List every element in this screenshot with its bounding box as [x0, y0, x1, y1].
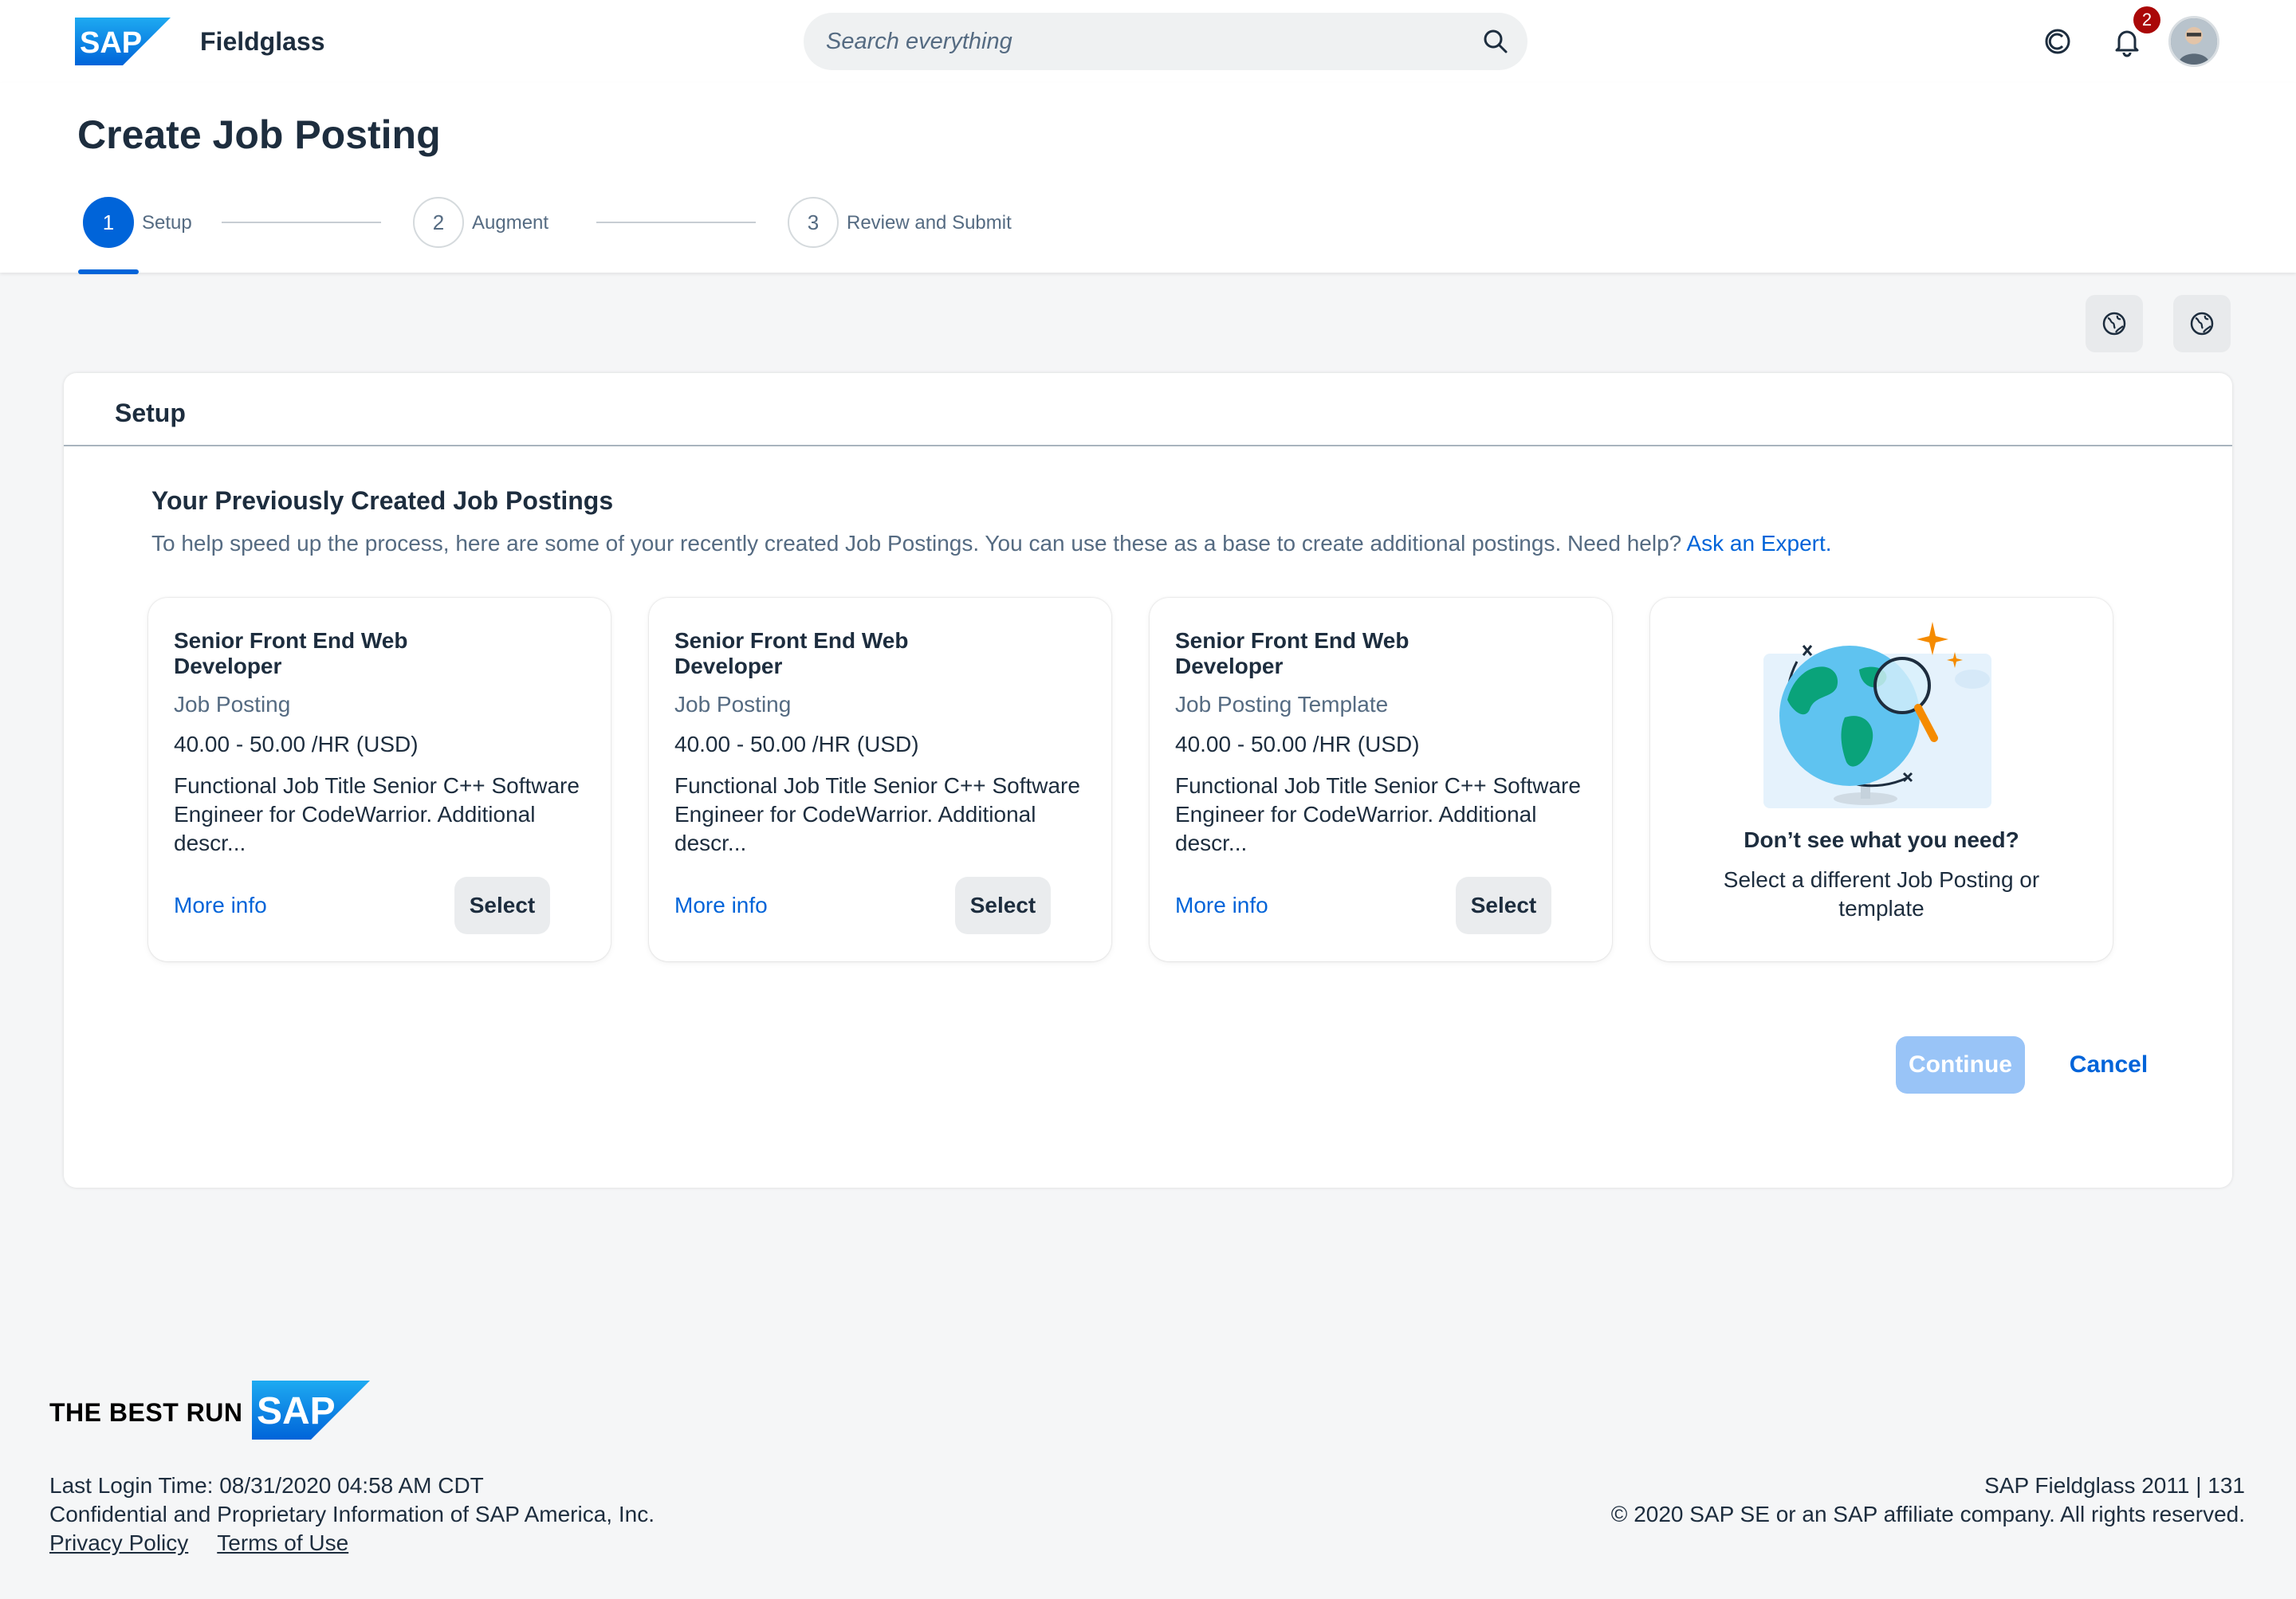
card-description: Functional Job Title Senior C++ Software…	[674, 773, 1080, 855]
globe-button-1[interactable]	[2086, 295, 2143, 352]
illustration-description: Select a different Job Posting or templa…	[1723, 867, 2040, 921]
shell-bar: SAP Fieldglass 2	[0, 0, 2296, 83]
ask-expert-link[interactable]: Ask an Expert.	[1686, 531, 1831, 556]
step-3-indicator[interactable]: 3	[788, 197, 839, 248]
card-title: Senior Front End Web Developer	[1175, 628, 1409, 678]
select-button[interactable]: Select	[955, 877, 1051, 934]
copilot-icon[interactable]	[2040, 24, 2075, 59]
step-connector	[596, 222, 756, 223]
footer-tagline: THE BEST RUN	[49, 1398, 243, 1427]
select-button[interactable]: Select	[454, 877, 550, 934]
footer-sap-logo: SAP	[252, 1381, 370, 1440]
step-1-label[interactable]: Setup	[142, 210, 192, 236]
svg-text:SAP: SAP	[257, 1390, 336, 1432]
footer-right: SAP Fieldglass 2011 | 131 © 2020 SAP SE …	[1611, 1471, 2245, 1529]
step-2-label[interactable]: Augment	[472, 210, 548, 236]
user-icon	[2171, 18, 2217, 65]
confidential-notice: Confidential and Proprietary Information…	[49, 1502, 655, 1526]
step-2-indicator[interactable]: 2	[413, 197, 464, 248]
active-step-underline	[78, 269, 139, 274]
globe-icon	[2190, 312, 2214, 336]
section-description-text: To help speed up the process, here are s…	[151, 531, 1682, 556]
job-posting-card: Senior Front End Web Developer Job Posti…	[649, 598, 1111, 961]
more-info-link[interactable]: More info	[1175, 891, 1268, 920]
last-login-time: Last Login Time: 08/31/2020 04:58 AM CDT	[49, 1473, 484, 1498]
section-description: To help speed up the process, here are s…	[151, 529, 1832, 558]
card-rate: 40.00 - 50.00 /HR (USD)	[174, 732, 419, 756]
search-bar	[804, 13, 1527, 70]
app-name: Fieldglass	[200, 27, 325, 56]
sap-logo[interactable]: SAP	[75, 18, 171, 65]
job-posting-card: Senior Front End Web Developer Job Posti…	[1150, 598, 1612, 961]
privacy-policy-link[interactable]: Privacy Policy	[49, 1529, 188, 1558]
step-connector	[222, 222, 381, 223]
more-info-link[interactable]: More info	[174, 891, 267, 920]
setup-panel: Setup Your Previously Created Job Postin…	[64, 373, 2232, 1188]
cancel-button[interactable]: Cancel	[2057, 1036, 2160, 1094]
terms-of-use-link[interactable]: Terms of Use	[217, 1529, 348, 1558]
select-different-card[interactable]: Don’t see what you need? Select a differ…	[1650, 598, 2113, 961]
card-description: Functional Job Title Senior C++ Software…	[1175, 773, 1581, 855]
search-icon[interactable]	[1481, 27, 1510, 56]
more-info-link[interactable]: More info	[674, 891, 768, 920]
continue-button[interactable]: Continue	[1896, 1036, 2025, 1094]
footer-links: Privacy Policy Terms of Use	[49, 1529, 655, 1558]
globe-button-2[interactable]	[2173, 295, 2231, 352]
card-type: Job Posting Template	[1175, 692, 1389, 717]
step-3-label[interactable]: Review and Submit	[847, 210, 1012, 236]
version-info: SAP Fieldglass 2011 | 131	[1984, 1473, 2245, 1498]
card-rate: 40.00 - 50.00 /HR (USD)	[674, 732, 919, 756]
select-button[interactable]: Select	[1456, 877, 1551, 934]
step-1-indicator[interactable]: 1	[83, 197, 134, 248]
copyright: © 2020 SAP SE or an SAP affiliate compan…	[1610, 1502, 2245, 1526]
panel-header: Setup	[64, 373, 2232, 446]
card-type: Job Posting	[674, 692, 792, 717]
card-rate: 40.00 - 50.00 /HR (USD)	[1175, 732, 1420, 756]
card-type: Job Posting	[174, 692, 291, 717]
page-title: Create Job Posting	[77, 112, 441, 157]
card-description: Functional Job Title Senior C++ Software…	[174, 773, 580, 855]
title-bar: Create Job Posting 1 Setup 2 Augment 3 R…	[0, 83, 2296, 274]
section-title: Your Previously Created Job Postings	[151, 486, 614, 515]
panel-title: Setup	[115, 399, 186, 427]
search-input[interactable]	[826, 13, 1464, 70]
job-posting-card: Senior Front End Web Developer Job Posti…	[148, 598, 611, 961]
globe-icon	[2102, 312, 2126, 336]
card-title: Senior Front End Web Developer	[674, 628, 909, 678]
notification-badge: 2	[2133, 6, 2160, 33]
svg-text:SAP: SAP	[80, 26, 142, 60]
card-title: Senior Front End Web Developer	[174, 628, 408, 678]
globe-search-illustration	[1763, 622, 1991, 808]
avatar[interactable]	[2168, 16, 2219, 67]
illustration-title: Don’t see what you need?	[1744, 827, 2019, 852]
footer-left: Last Login Time: 08/31/2020 04:58 AM CDT…	[49, 1471, 655, 1558]
